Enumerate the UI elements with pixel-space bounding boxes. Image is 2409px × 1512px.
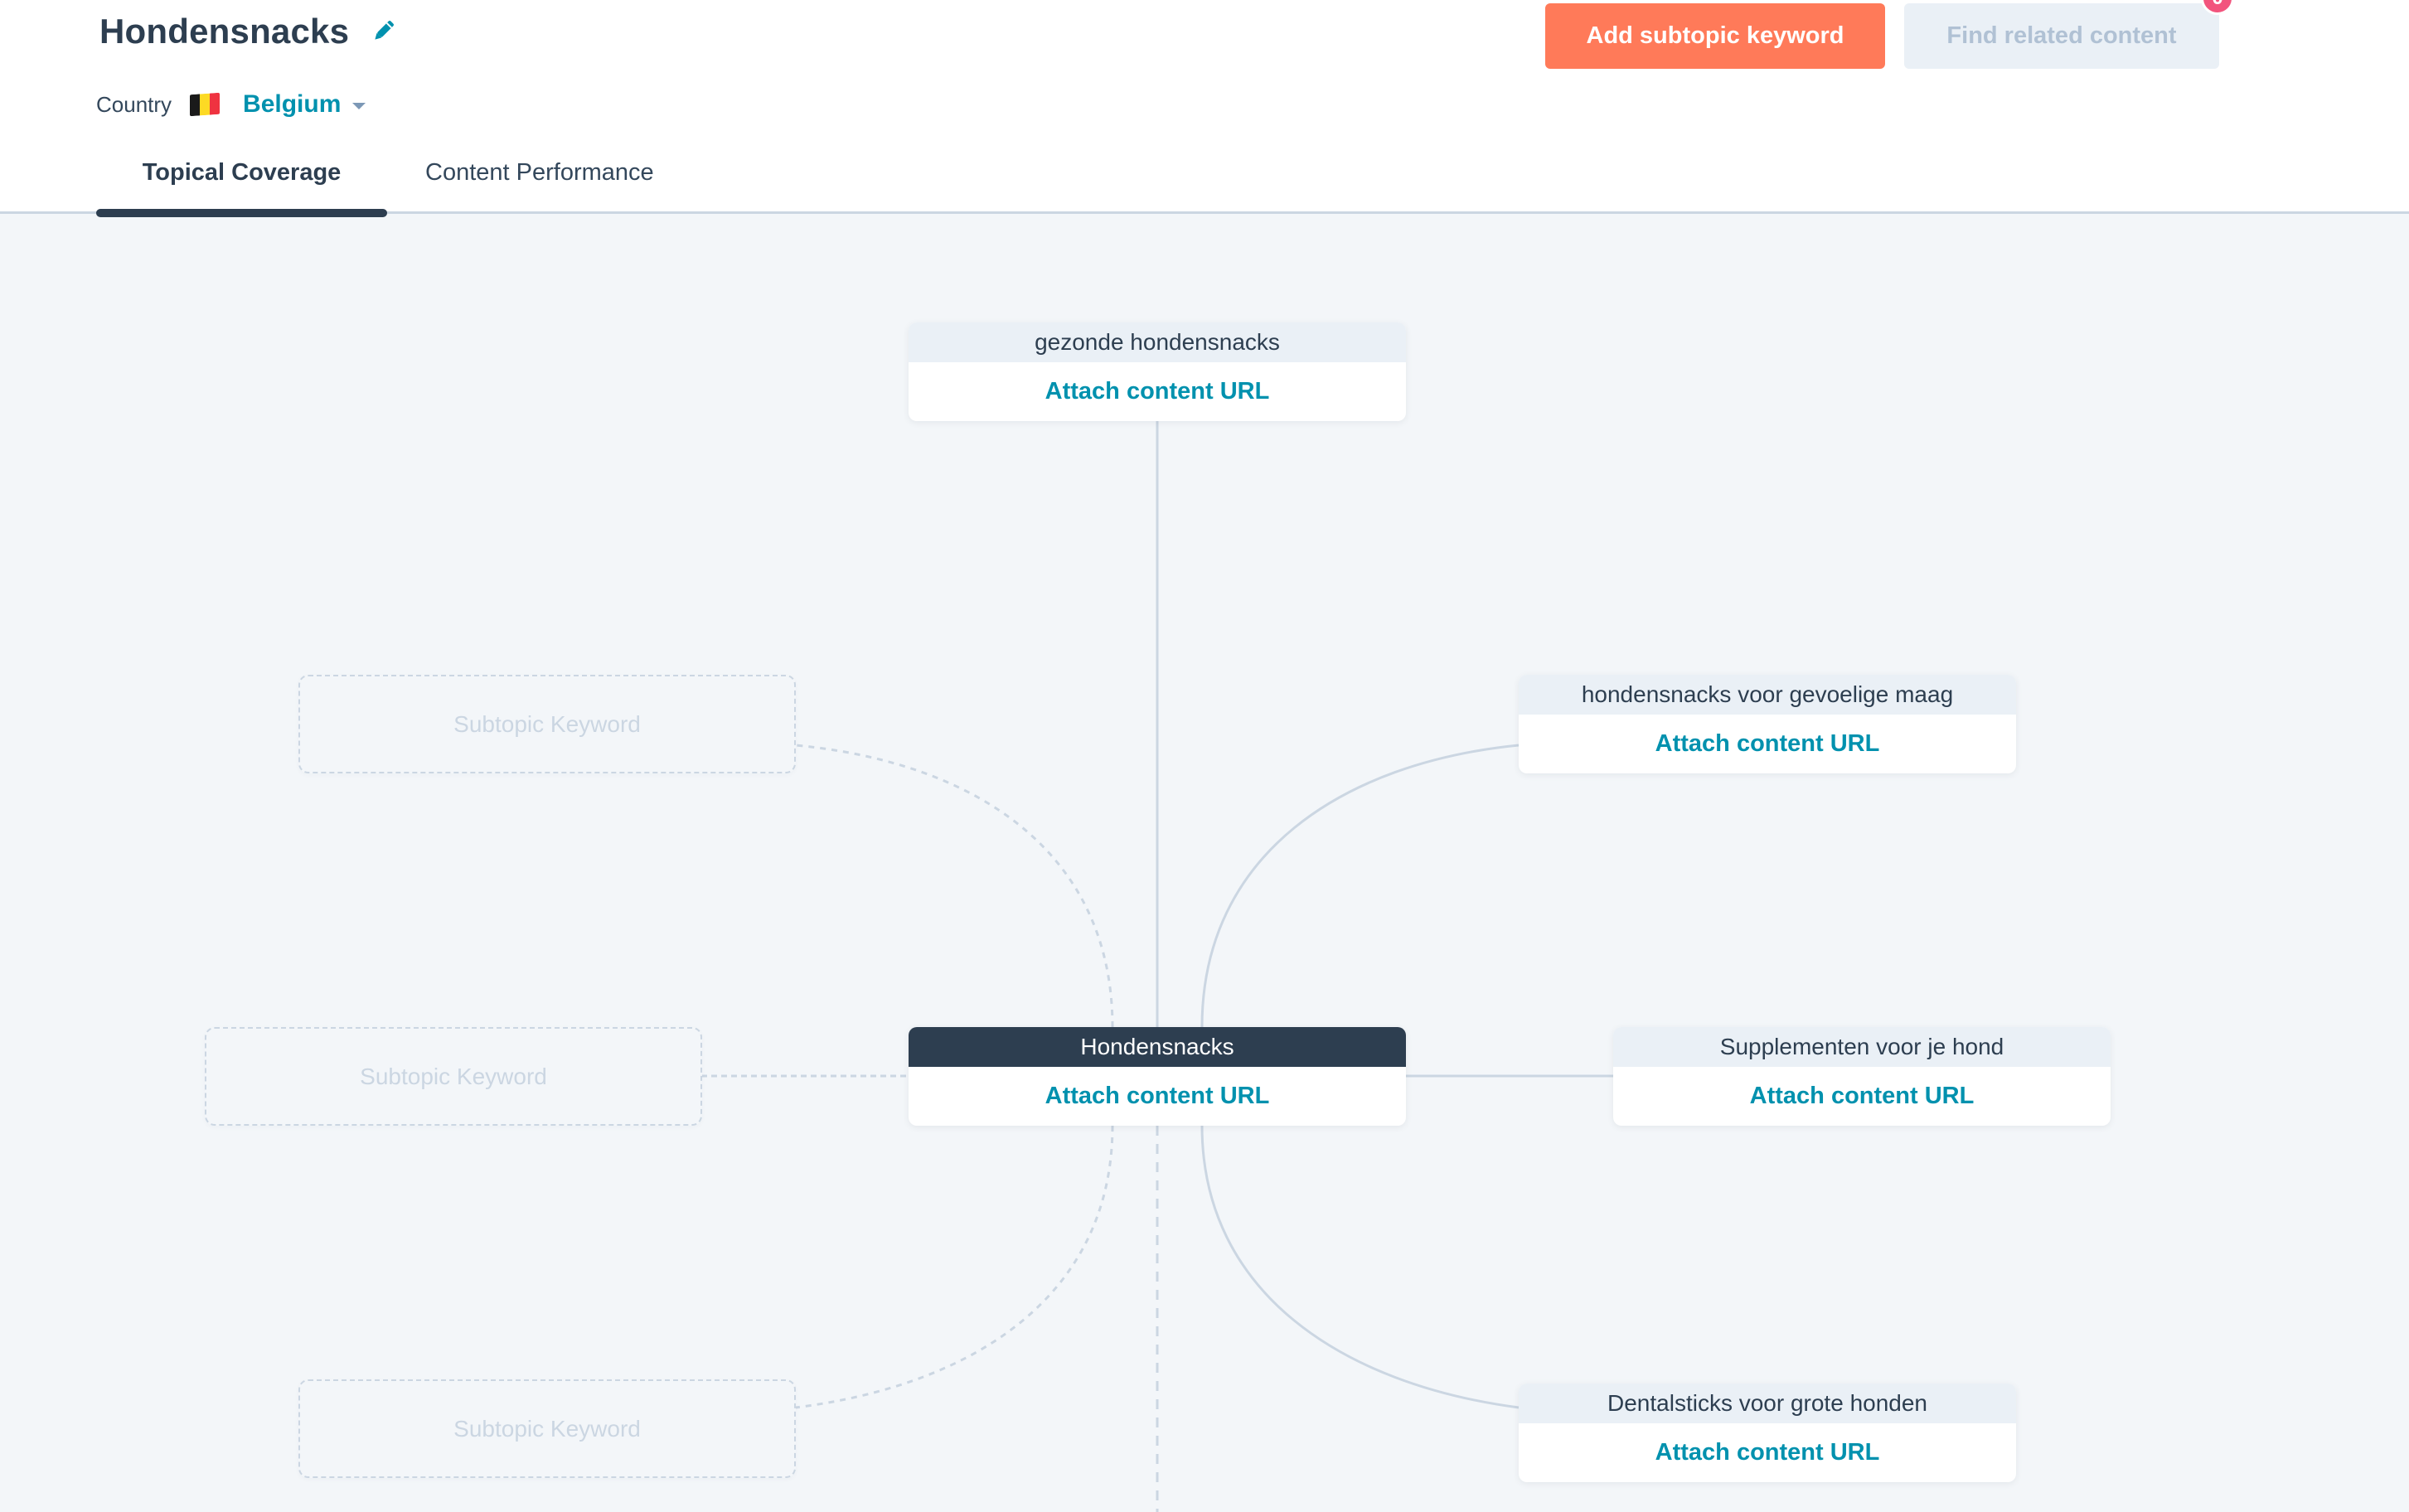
pillar-keyword: Hondensnacks [909, 1027, 1406, 1067]
attach-content-url-link[interactable]: Attach content URL [1045, 378, 1270, 405]
flag-stripe [200, 93, 211, 116]
subtopic-keyword: gezonde hondensnacks [909, 322, 1406, 362]
subtopic-keyword: Dentalsticks voor grote honden [1519, 1384, 2016, 1423]
country-row: Country Belgium [96, 86, 366, 123]
page-header: Hondensnacks Country Belgium Topical Cov… [0, 0, 2409, 217]
caret-down-icon [352, 102, 366, 109]
connector-pillar-to-left-lower [795, 1125, 1114, 1409]
flag-stripe [210, 92, 221, 115]
country-dropdown[interactable]: Belgium [243, 90, 366, 119]
subtopic-keyword: hondensnacks voor gevoelige maag [1519, 675, 2016, 715]
attach-content-url-link[interactable]: Attach content URL [1655, 730, 1880, 758]
flag-stripe [190, 94, 201, 117]
subtopic-node[interactable]: hondensnacks voor gevoelige maag Attach … [1519, 675, 2016, 773]
tab-topical-coverage[interactable]: Topical Coverage [96, 154, 387, 217]
tab-label: Content Performance [425, 159, 654, 186]
country-value: Belgium [243, 90, 342, 118]
pillar-node[interactable]: Hondensnacks Attach content URL [909, 1027, 1406, 1126]
active-tab-indicator [96, 209, 387, 217]
subtopic-node[interactable]: gezonde hondensnacks Attach content URL [909, 322, 1406, 421]
country-label: Country [96, 91, 172, 117]
connector-pillar-to-left-upper [795, 744, 1114, 1028]
subtopic-node[interactable]: Dentalsticks voor grote honden Attach co… [1519, 1384, 2016, 1482]
attach-content-url-link[interactable]: Attach content URL [1655, 1439, 1880, 1466]
subtopic-placeholder[interactable]: Subtopic Keyword [298, 675, 796, 773]
page-title: Hondensnacks [99, 12, 350, 51]
subtopic-placeholder[interactable]: Subtopic Keyword [298, 1379, 796, 1478]
tab-label: Topical Coverage [142, 159, 342, 186]
subtopic-placeholder[interactable]: Subtopic Keyword [205, 1027, 702, 1126]
attach-content-url-link[interactable]: Attach content URL [1045, 1083, 1270, 1110]
find-related-content-button[interactable]: Find related content [1904, 3, 2219, 69]
subtopic-keyword: Supplementen voor je hond [1613, 1027, 2111, 1067]
subtopic-node[interactable]: Supplementen voor je hond Attach content… [1613, 1027, 2111, 1126]
add-subtopic-keyword-button[interactable]: Add subtopic keyword [1545, 3, 1885, 69]
connector-pillar-to-right-lower [1200, 1125, 1520, 1409]
pencil-icon[interactable] [370, 17, 398, 45]
connector-pillar-to-right-upper [1200, 744, 1520, 1028]
tab-bar: Topical Coverage Content Performance [96, 154, 744, 217]
attach-content-url-link[interactable]: Attach content URL [1750, 1083, 1975, 1110]
tab-content-performance[interactable]: Content Performance [420, 154, 744, 214]
belgium-flag-icon [190, 92, 221, 117]
